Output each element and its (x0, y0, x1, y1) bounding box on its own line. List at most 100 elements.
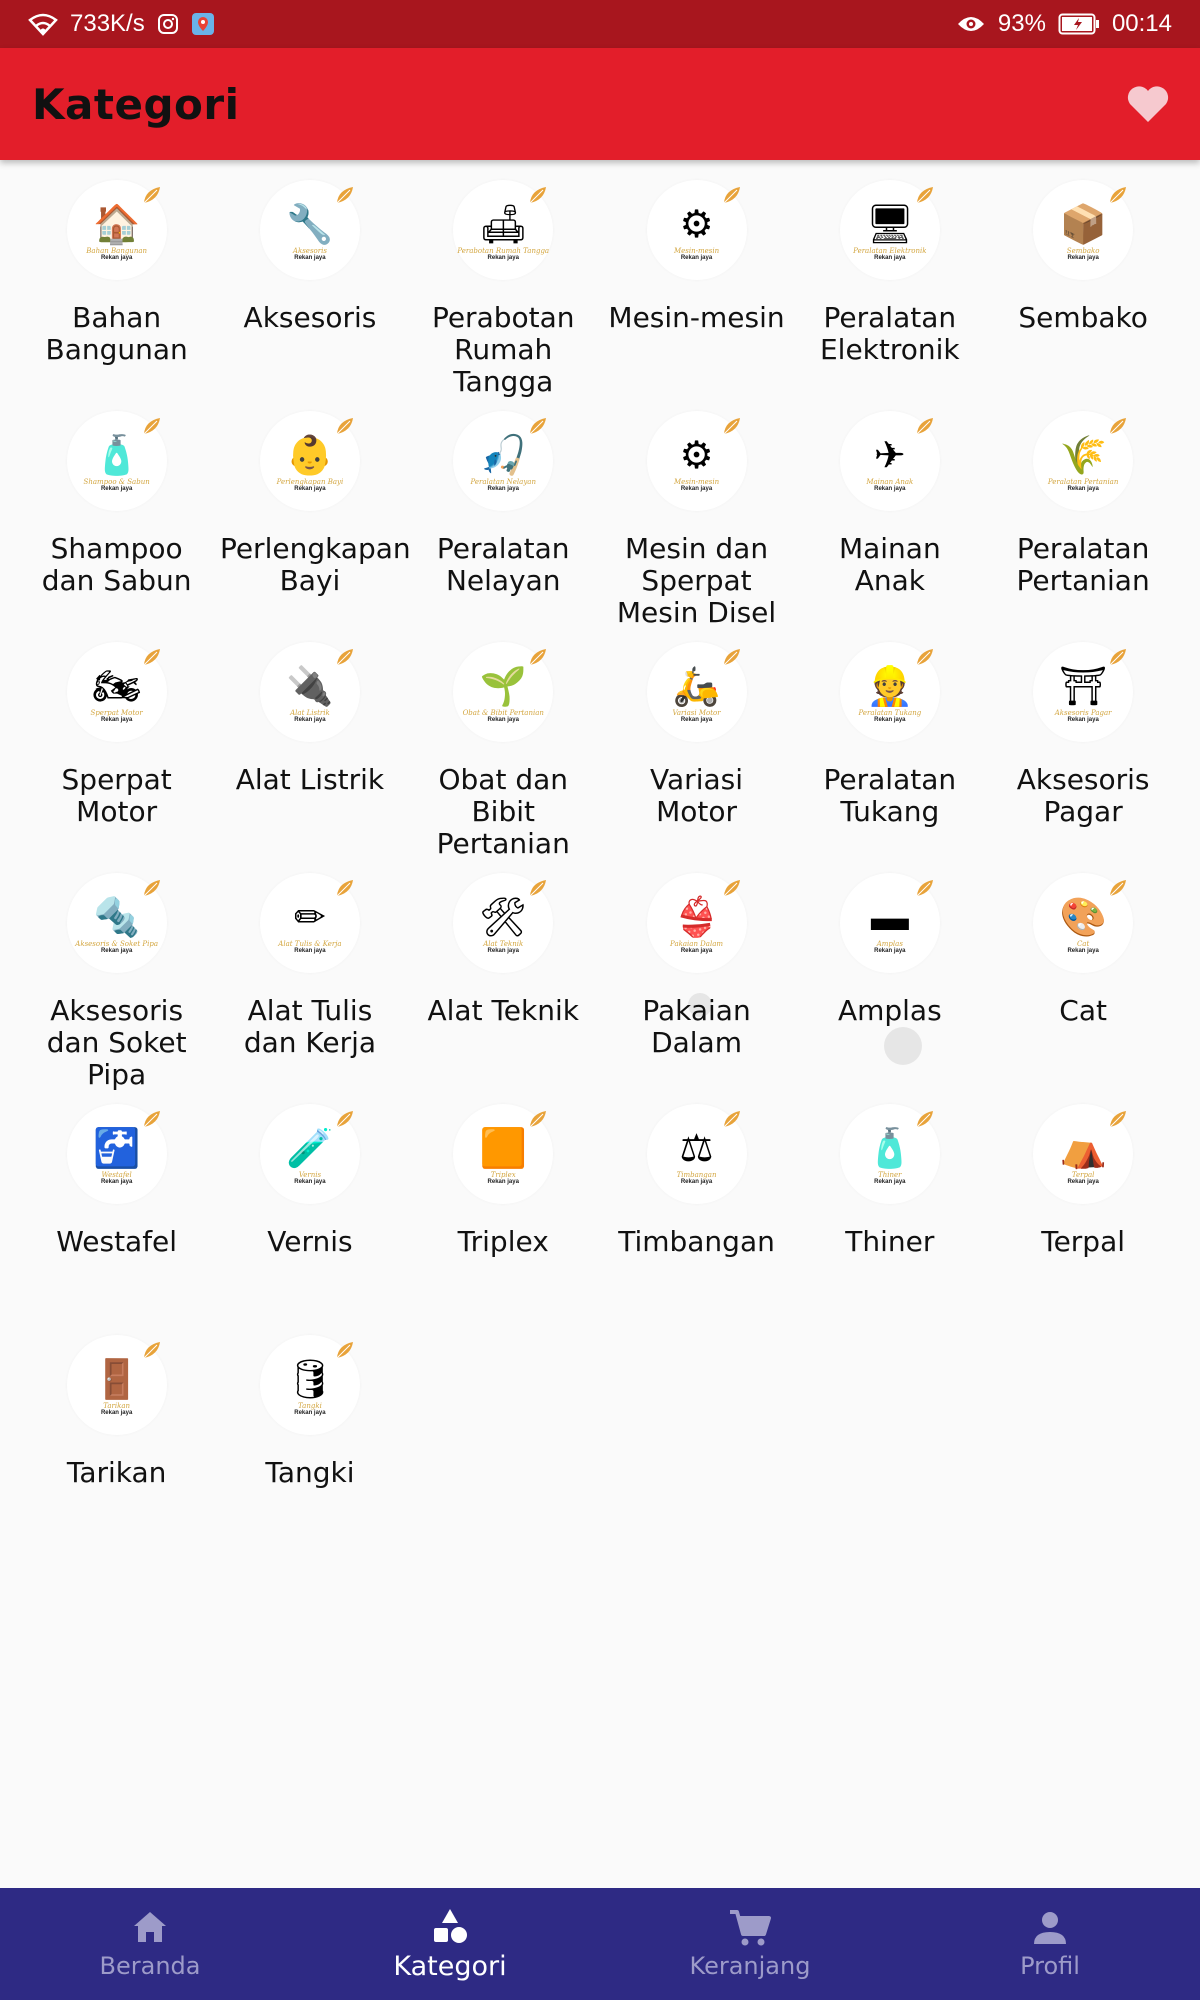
nav-keranjang[interactable]: Keranjang (600, 1888, 900, 2000)
category-item[interactable]: 🏍 Sperpat Motor Rekan jaya Sperpat Motor (20, 642, 213, 873)
category-item[interactable]: 👷 Peralatan Tukang Rekan jaya Peralatan Tuk… (793, 642, 986, 873)
thumbnail-brand: Rekan jaya (1067, 255, 1099, 261)
nav-label: Profil (1020, 1952, 1080, 1980)
touch-ripple (688, 993, 712, 1017)
category-thumbnail: ⛩ Aksesoris Pagar Rekan jaya (1033, 642, 1134, 742)
category-item[interactable]: 🔩 Aksesoris & Soket Pipa Rekan jaya Aksesor… (20, 873, 213, 1104)
electric-icon: 🔌 (286, 666, 334, 708)
category-item[interactable]: ✈ Mainan Anak Rekan jaya Mainan Anak (793, 411, 986, 642)
category-item[interactable]: ⛩ Aksesoris Pagar Rekan jaya Aksesoris Paga… (986, 642, 1179, 873)
leaf-icon (1109, 187, 1127, 204)
leaf-icon (916, 880, 933, 897)
category-item[interactable]: 🏠 Bahan Bangunan Rekan jaya Bahan Bangunan (20, 180, 213, 411)
category-item[interactable]: 🔌 Alat Listrik Rekan jaya Alat Listrik (213, 642, 406, 873)
accessories-icon: 🔧 (286, 204, 334, 246)
thumbnail-brand: Rekan jaya (680, 948, 713, 954)
category-thumbnail: 🖥 Peralatan Elektronik Rekan jaya (839, 180, 940, 280)
tent-icon: ⛺ (1059, 1128, 1107, 1170)
category-thumbnail: 📦 Sembako Rekan jaya (1033, 180, 1134, 280)
category-label: Amplas (837, 994, 942, 1027)
category-item[interactable]: ⚙ Mesin-mesin Rekan jaya Mesin dan Sperpat … (600, 411, 793, 642)
leaf-icon (723, 418, 740, 435)
category-label: Aksesoris dan Soket Pipa (46, 994, 187, 1091)
eye-icon (956, 14, 986, 34)
thumbnail-brand: Rekan jaya (680, 1179, 713, 1185)
thumbnail-brand: Rekan jaya (874, 717, 906, 723)
thumbnail-brand: Rekan jaya (1067, 717, 1099, 723)
category-thumbnail: 🔌 Alat Listrik Rekan jaya (259, 642, 360, 742)
leaf-icon (143, 187, 160, 204)
leaf-icon (143, 1342, 160, 1359)
category-label: Sperpat Motor (61, 763, 172, 828)
category-thumbnail: 👶 Perlengkapan Bayi Rekan jaya (259, 411, 360, 511)
nav-label: Kategori (393, 1950, 507, 1982)
varnish-icon: 🧪 (286, 1128, 334, 1170)
battery-icon (1058, 12, 1100, 36)
category-item[interactable]: 🖥 Peralatan Elektronik Rekan jaya Peralatan… (793, 180, 986, 411)
leaf-icon (336, 649, 353, 666)
category-item[interactable]: 🛢 Tangki Rekan jaya Tangki (213, 1335, 406, 1566)
nav-profil[interactable]: Profil (900, 1888, 1200, 2000)
thumbnail-caption: Alat Tulis & Kerja (278, 940, 342, 948)
category-item[interactable]: 🌱 Obat & Bibit Pertanian Rekan jaya Obat da… (407, 642, 600, 873)
leaf-icon (336, 1342, 353, 1359)
favorite-button[interactable] (1124, 80, 1172, 128)
thumbnail-caption: Vernis (298, 1171, 322, 1179)
thumbnail-brand: Rekan jaya (1067, 948, 1099, 954)
category-item[interactable]: ⚙ Mesin-mesin Rekan jaya Mesin-mesin (600, 180, 793, 411)
category-label: Variasi Motor (650, 763, 744, 828)
leaf-icon (1109, 1111, 1127, 1128)
category-item[interactable]: ⛺ Terpal Rekan jaya Terpal (986, 1104, 1179, 1335)
nav-beranda[interactable]: Beranda (0, 1888, 300, 2000)
category-label: Cat (1059, 994, 1107, 1027)
category-item[interactable]: 🌾 Peralatan Pertanian Rekan jaya Peralatan … (986, 411, 1179, 642)
grocery-box-icon: 📦 (1059, 204, 1107, 246)
category-item[interactable]: 🚰 Westafel Rekan jaya Westafel (20, 1104, 213, 1335)
category-item[interactable]: 🛵 Variasi Motor Rekan jaya Variasi Motor (600, 642, 793, 873)
category-item[interactable]: 🎣 Peralatan Nelayan Rekan jaya Peralatan Ne… (407, 411, 600, 642)
category-item[interactable]: 🎨 Cat Rekan jaya Cat (986, 873, 1179, 1104)
leaf-icon (529, 187, 547, 204)
category-label: Peralatan Pertanian (1016, 532, 1150, 597)
category-label: Alat Listrik (235, 763, 385, 796)
maps-icon (191, 12, 215, 36)
soap-icon: 🧴 (92, 435, 141, 477)
sofa-icon: 🛋 (479, 204, 528, 246)
nav-kategori[interactable]: Kategori (300, 1888, 600, 2000)
category-item[interactable]: 🧴 Shampoo & Sabun Rekan jaya Shampoo dan Sa… (20, 411, 213, 642)
thumbnail-caption: Tangki (298, 1402, 322, 1410)
house-icon: 🏠 (92, 204, 141, 246)
category-thumbnail: 🟧 Triplex Rekan jaya (453, 1104, 554, 1204)
category-item[interactable]: 🚪 Tarikan Rekan jaya Tarikan (20, 1335, 213, 1566)
leaf-icon (529, 1111, 547, 1128)
category-item[interactable]: ▬ Amplas Rekan jaya Amplas (793, 873, 986, 1104)
thumbnail-brand: Rekan jaya (294, 1179, 326, 1185)
thumbnail-brand: Rekan jaya (100, 255, 133, 261)
category-thumbnail: 🔧 Aksesoris Rekan jaya (259, 180, 360, 280)
thumbnail-brand: Rekan jaya (680, 717, 713, 723)
thumbnail-caption: Amplas (876, 940, 903, 948)
category-item[interactable]: 👙 Pakaian Dalam Rekan jaya Pakaian Dalam (600, 873, 793, 1104)
category-label: Shampoo dan Sabun (41, 532, 192, 597)
category-thumbnail: 🛵 Variasi Motor Rekan jaya (646, 642, 747, 742)
category-item[interactable]: 🔧 Aksesoris Rekan jaya Aksesoris (213, 180, 406, 411)
status-left: 733K/s (28, 10, 215, 38)
category-item[interactable]: 📦 Sembako Rekan jaya Sembako (986, 180, 1179, 411)
thumbnail-caption: Peralatan Pertanian (1047, 478, 1119, 486)
category-item[interactable]: ✏ Alat Tulis & Kerja Rekan jaya Alat Tulis … (213, 873, 406, 1104)
category-grid: 🏠 Bahan Bangunan Rekan jaya Bahan Bangunan 🔧… (20, 180, 1180, 1566)
leaf-icon (336, 880, 353, 897)
category-item[interactable]: 🧪 Vernis Rekan jaya Vernis (213, 1104, 406, 1335)
category-item[interactable]: 🧴 Thiner Rekan jaya Thiner (793, 1104, 986, 1335)
category-label: Vernis (267, 1225, 353, 1258)
stationery-icon: ✏ (294, 897, 326, 939)
category-item[interactable]: 🛋 Perabotan Rumah Tangga Rekan jaya Perabot… (407, 180, 600, 411)
category-item[interactable]: 👶 Perlengkapan Bayi Rekan jaya Perlengkapan… (213, 411, 411, 642)
category-item[interactable]: 🟧 Triplex Rekan jaya Triplex (407, 1104, 600, 1335)
category-thumbnail: 🛠 Alat Teknik Rekan jaya (453, 873, 554, 973)
motor-parts-icon: 🏍 (92, 666, 141, 708)
category-item[interactable]: 🛠 Alat Teknik Rekan jaya Alat Teknik (407, 873, 600, 1104)
bottle-icon: 🧴 (866, 1128, 914, 1170)
category-item[interactable]: ⚖ Timbangan Rekan jaya Timbangan (600, 1104, 793, 1335)
category-thumbnail: 🚪 Tarikan Rekan jaya (66, 1335, 167, 1435)
